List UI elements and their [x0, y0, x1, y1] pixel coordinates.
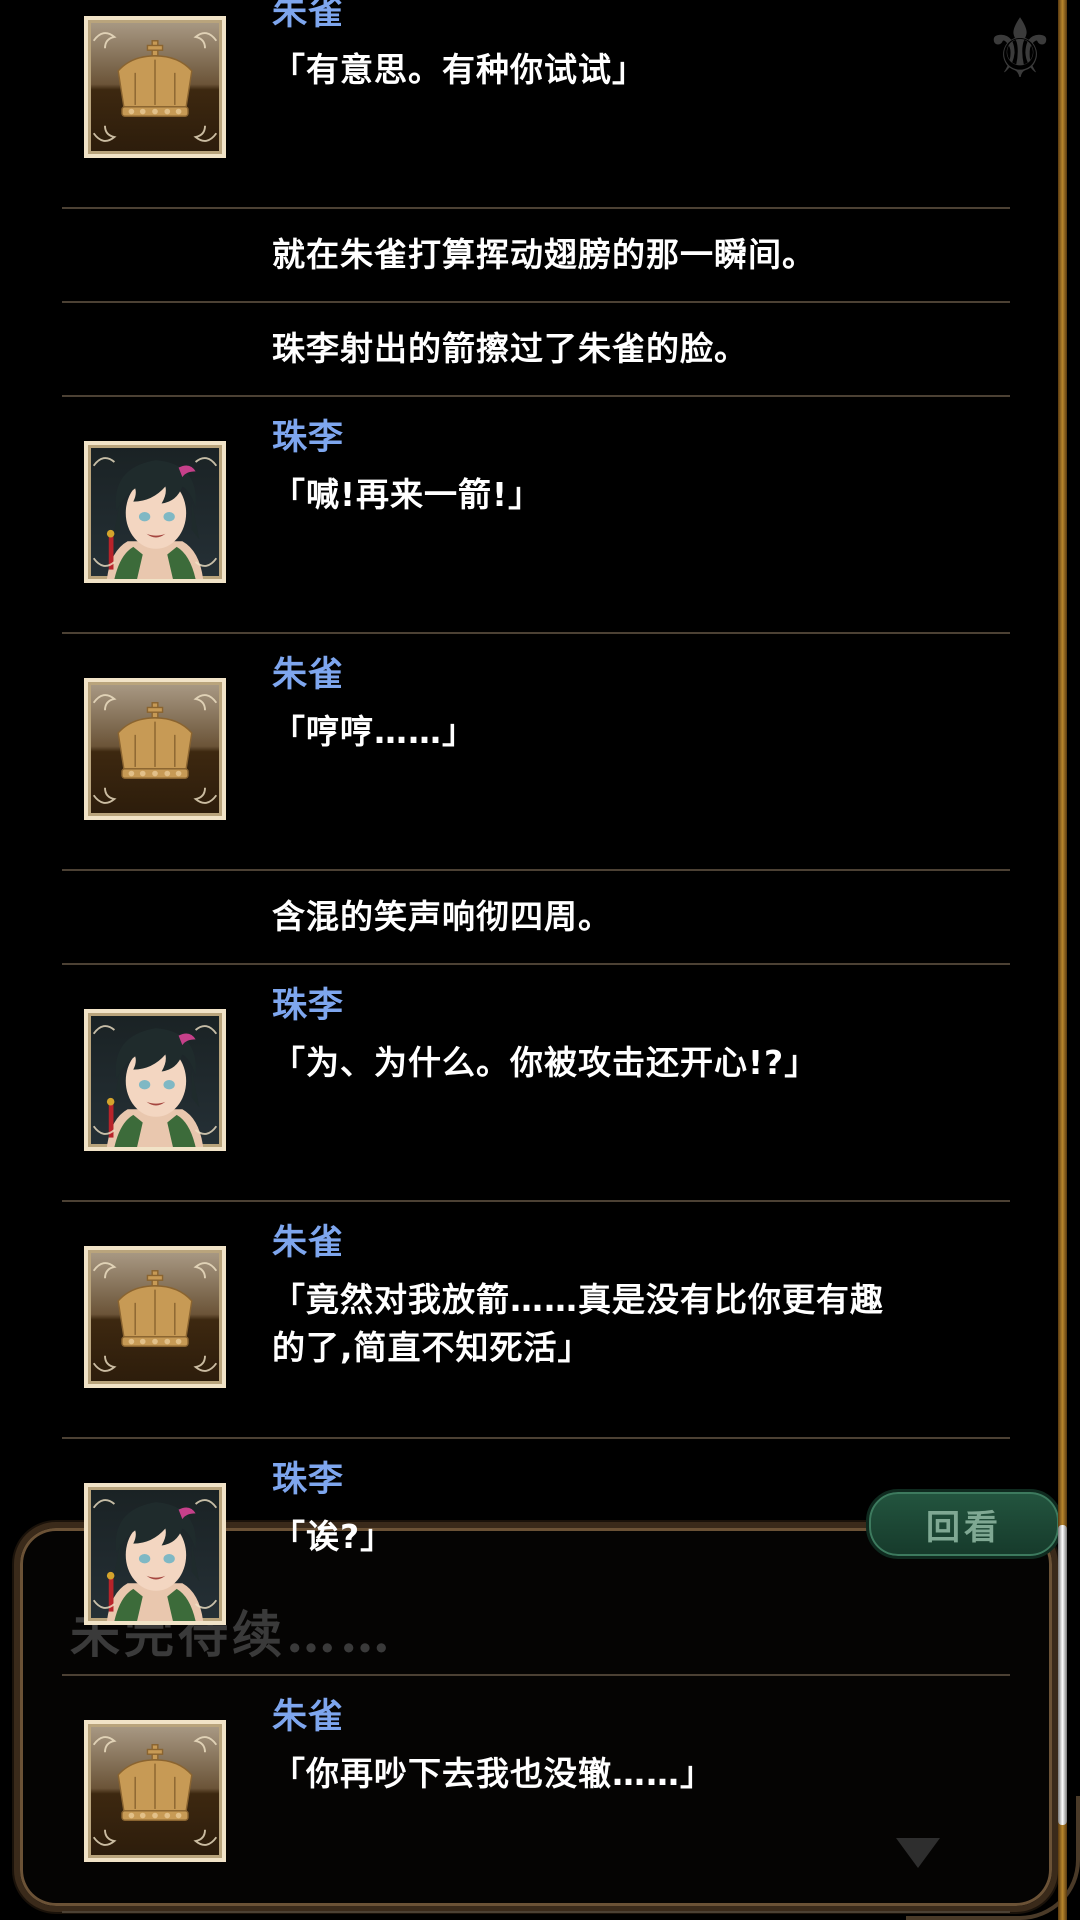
speaker-name: 朱雀 — [272, 1697, 345, 1737]
log-entry: 珠李 「为、为什么。你被攻击还开心!?」 — [62, 965, 1010, 1202]
narration-line: 含混的笑声响彻四周。 — [272, 897, 612, 936]
crown-avatar — [84, 678, 226, 820]
scrollbar-thumb[interactable] — [1058, 1525, 1067, 1825]
dialog-line: 「喊!再来一箭!」 — [272, 475, 543, 514]
log-entry: 珠李 「诶?」 — [62, 1439, 1010, 1676]
speaker-name: 珠李 — [272, 986, 345, 1026]
log-entry: 朱雀 「哼哼……」 — [62, 634, 1010, 871]
crown-avatar — [84, 1246, 226, 1388]
dialog-line: 「有意思。有种你试试」 — [272, 50, 646, 89]
log-entry: 朱雀 「有意思。有种你试试」 — [62, 0, 1010, 209]
log-entry: 朱雀 「竟然对我放箭……真是没有比你更有趣的了,简直不知死活」 — [62, 1202, 1010, 1439]
dialog-line: 「竟然对我放箭……真是没有比你更有趣的了,简直不知死活」 — [272, 1280, 884, 1367]
speaker-name: 珠李 — [272, 418, 345, 458]
character-avatar — [84, 1009, 226, 1151]
dialog-line: 「为、为什么。你被攻击还开心!?」 — [272, 1043, 819, 1082]
crown-avatar — [84, 1720, 226, 1862]
dialog-line: 「你再吵下去我也没辙……」 — [272, 1754, 714, 1793]
speaker-name: 朱雀 — [272, 0, 345, 33]
log-entry: 含混的笑声响彻四周。 — [62, 871, 1010, 965]
speaker-name: 朱雀 — [272, 1223, 345, 1263]
crown-avatar — [84, 16, 226, 158]
character-avatar — [84, 441, 226, 583]
character-avatar — [84, 1483, 226, 1625]
speaker-name: 朱雀 — [272, 655, 345, 695]
dialog-line: 「诶?」 — [272, 1517, 395, 1556]
narration-line: 珠李射出的箭擦过了朱雀的脸。 — [272, 329, 748, 368]
narration-line: 就在朱雀打算挥动翅膀的那一瞬间。 — [272, 235, 816, 274]
log-entry: 朱雀 「你再吵下去我也没辙……」 — [62, 1676, 1010, 1913]
dialog-line: 「哼哼……」 — [272, 712, 476, 751]
log-entry: 珠李射出的箭擦过了朱雀的脸。 — [62, 303, 1010, 397]
log-entry: 珠李 「喊!再来一箭!」 — [62, 397, 1010, 634]
log-entry: 就在朱雀打算挥动翅膀的那一瞬间。 — [62, 209, 1010, 303]
speaker-name: 珠李 — [272, 1460, 345, 1500]
backlog-list[interactable]: 朱雀 「有意思。有种你试试」 就在朱雀打算挥动翅膀的那一瞬间。 珠李射出的箭擦过… — [62, 0, 1010, 1913]
